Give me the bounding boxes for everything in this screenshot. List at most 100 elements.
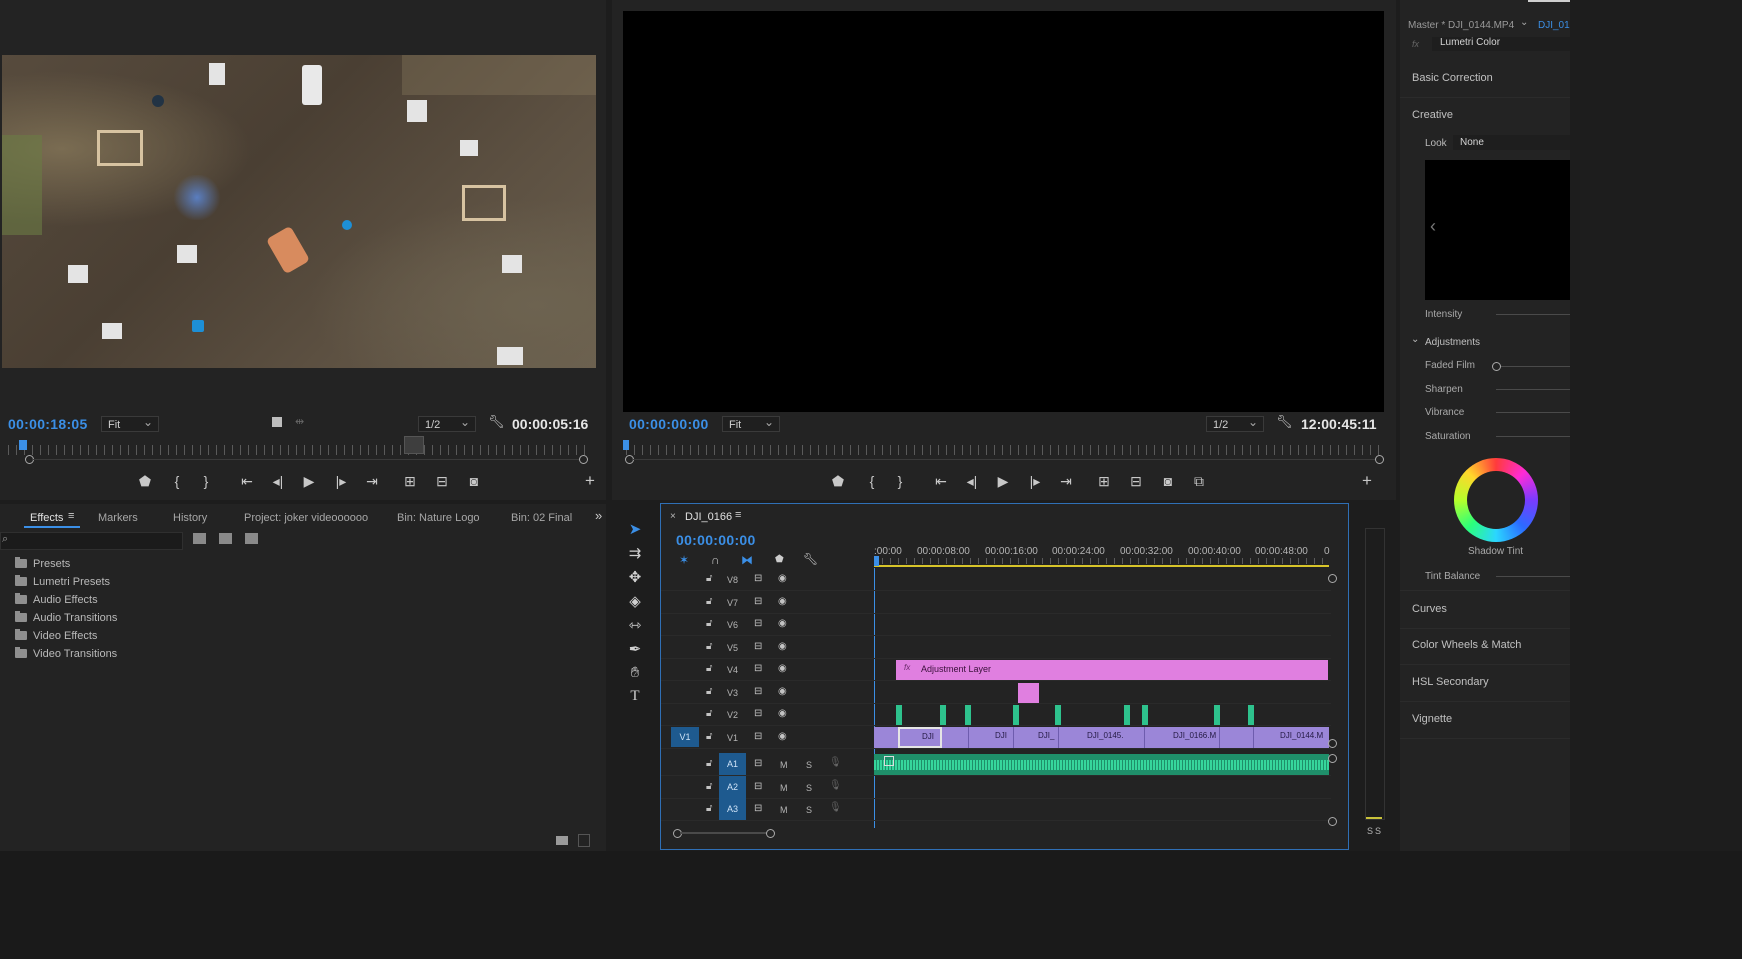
program-step-forward-icon[interactable]: |▸ — [1025, 473, 1045, 489]
lock-icon[interactable]: 🔓︎ — [706, 781, 712, 792]
tree-item-video-transitions[interactable]: Video Transitions — [0, 646, 600, 664]
program-timecode[interactable]: 00:00:00:00 — [629, 416, 709, 432]
master-dropdown-icon[interactable]: ⌄ — [1520, 17, 1528, 28]
v2-clip[interactable] — [965, 705, 971, 725]
section-vignette[interactable]: Vignette — [1400, 701, 1570, 739]
sync-lock-icon[interactable]: ⊟ — [754, 803, 762, 814]
lock-icon[interactable]: 🔓︎ — [706, 731, 712, 742]
razor-tool-icon[interactable]: ◈ — [620, 592, 650, 610]
vertical-scroll-handle-bottom[interactable] — [1328, 817, 1337, 826]
tab-overflow-icon[interactable]: » — [595, 508, 602, 523]
source-insert-icon[interactable]: ⊞ — [400, 473, 420, 489]
mute-button[interactable]: M — [780, 760, 788, 770]
source-settings-icon[interactable] — [272, 417, 282, 427]
look-preview[interactable]: ‹ — [1425, 160, 1570, 300]
sync-lock-icon[interactable]: ⊟ — [754, 573, 762, 584]
eye-icon[interactable]: ◉ — [778, 708, 787, 719]
tab-markers[interactable]: Markers — [98, 512, 138, 524]
microphone-icon[interactable]: 🎙︎ — [829, 757, 842, 768]
v1-clip[interactable] — [1219, 727, 1254, 748]
new-bin-icon[interactable] — [556, 836, 568, 845]
sync-lock-icon[interactable]: ⊟ — [754, 781, 762, 792]
source-step-back-icon[interactable]: ◂| — [268, 473, 288, 489]
tab-bin-nature-logo[interactable]: Bin: Nature Logo — [397, 512, 480, 524]
program-playhead[interactable] — [623, 440, 629, 450]
effects-search-input[interactable]: ⌕ — [0, 532, 183, 550]
track-select-tool-icon[interactable]: ⇉ — [620, 544, 650, 562]
source-go-in-icon[interactable]: ⇤ — [237, 473, 257, 489]
program-add-button-icon[interactable]: + — [1357, 472, 1377, 489]
v2-clip[interactable] — [1214, 705, 1220, 725]
source-marker-icon[interactable]: ⬟ — [135, 473, 155, 489]
ripple-edit-tool-icon[interactable]: ✥ — [620, 568, 650, 586]
vibrance-slider[interactable] — [1496, 412, 1570, 413]
close-sequence-icon[interactable]: × — [670, 511, 676, 522]
tab-project[interactable]: Project: joker videoooooo — [244, 512, 368, 524]
source-go-out-icon[interactable]: ⇥ — [362, 473, 382, 489]
meter-solo-left[interactable]: S — [1367, 826, 1373, 836]
vertical-scroll-handle-top[interactable] — [1328, 574, 1337, 583]
v1-clip[interactable]: DJI_0144.M — [1253, 727, 1330, 748]
source-zoom-end-handle[interactable] — [579, 455, 588, 464]
lock-icon[interactable]: 🔓︎ — [706, 758, 712, 769]
program-lift-icon[interactable]: ⊞ — [1094, 473, 1114, 489]
horizontal-scrollbar[interactable] — [680, 832, 766, 834]
sync-lock-icon[interactable]: ⊟ — [754, 663, 762, 674]
v2-clip[interactable] — [1124, 705, 1130, 725]
section-creative[interactable]: Creative — [1400, 97, 1570, 134]
tree-item-presets[interactable]: Presets — [0, 556, 600, 574]
tab-bin-final[interactable]: Bin: 02 Final — [511, 512, 572, 524]
tint-balance-slider[interactable] — [1496, 576, 1570, 577]
source-wrench-icon[interactable]: 🔧︎ — [488, 414, 505, 430]
lock-icon[interactable]: 🔓︎ — [706, 618, 712, 629]
lock-icon[interactable]: 🔓︎ — [706, 708, 712, 719]
track-v3[interactable]: 🔓︎ V3 ⊟ ◉ — [661, 681, 1331, 704]
v1-clip[interactable]: DJI_0166.M — [1144, 727, 1220, 748]
track-a2[interactable]: 🔓︎ A2 ⊟ M S 🎙︎ — [661, 776, 1331, 799]
eye-icon[interactable]: ◉ — [778, 686, 787, 697]
sync-lock-icon[interactable]: ⊟ — [754, 686, 762, 697]
horizontal-scroll-end[interactable] — [766, 829, 775, 838]
track-v5[interactable]: 🔓︎ V5 ⊟ ◉ — [661, 636, 1331, 659]
program-extract-icon[interactable]: ⊟ — [1126, 473, 1146, 489]
source-timeruler[interactable] — [8, 445, 588, 455]
adjustment-layer-clip[interactable]: fx Adjustment Layer — [896, 660, 1328, 680]
hand-tool-icon[interactable]: ✋︎ — [620, 664, 650, 681]
timeline-settings-icon[interactable]: 🔧︎ — [803, 552, 818, 566]
v2-clip[interactable] — [1013, 705, 1019, 725]
program-resolution-dropdown[interactable]: 1/2 — [1206, 414, 1264, 432]
timeline-playhead[interactable] — [874, 556, 879, 566]
section-color-wheels[interactable]: Color Wheels & Match — [1400, 627, 1570, 665]
track-v4[interactable]: 🔓︎ V4 ⊟ ◉ fx Adjustment Layer — [661, 658, 1331, 681]
track-v7[interactable]: 🔓︎ V7 ⊟ ◉ — [661, 591, 1331, 614]
program-mark-in-icon[interactable]: { — [862, 473, 882, 489]
track-v2[interactable]: 🔓︎ V2 ⊟ ◉ — [661, 703, 1331, 726]
sync-lock-icon[interactable]: ⊟ — [754, 758, 762, 769]
track-v8[interactable]: 🔓︎ V8 ⊟ ◉ — [661, 568, 1331, 591]
program-marker-icon[interactable]: ⬟ — [828, 473, 848, 489]
yuv-effects-icon[interactable] — [245, 533, 258, 544]
adjustments-label[interactable]: Adjustments — [1425, 337, 1480, 348]
adjustments-chevron-icon[interactable]: ⌄ — [1411, 334, 1419, 345]
v2-clip[interactable] — [940, 705, 946, 725]
lock-icon[interactable]: 🔓︎ — [706, 596, 712, 607]
slip-tool-icon[interactable]: ⇿ — [620, 616, 650, 634]
program-go-in-icon[interactable]: ⇤ — [931, 473, 951, 489]
mute-button[interactable]: M — [780, 783, 788, 793]
tree-item-audio-effects[interactable]: Audio Effects — [0, 592, 600, 610]
v1-clip[interactable]: DJI — [898, 727, 942, 748]
snap-icon[interactable]: ∩ — [711, 553, 720, 567]
sync-lock-icon[interactable]: ⊟ — [754, 618, 762, 629]
pen-tool-icon[interactable]: ✒ — [620, 640, 650, 658]
track-a3[interactable]: 🔓︎ A3 ⊟ M S 🎙︎ — [661, 798, 1331, 821]
solo-button[interactable]: S — [806, 805, 812, 815]
source-step-forward-icon[interactable]: |▸ — [331, 473, 351, 489]
source-mark-in-icon[interactable]: { — [167, 473, 187, 489]
type-tool-icon[interactable]: T — [620, 688, 650, 705]
tab-history[interactable]: History — [173, 512, 207, 524]
tree-item-lumetri-presets[interactable]: Lumetri Presets — [0, 574, 600, 592]
source-resolution-dropdown[interactable]: 1/2 — [418, 414, 476, 432]
clip-link[interactable]: DJI_01 — [1538, 20, 1570, 31]
sequence-menu-icon[interactable]: ≡ — [735, 509, 741, 521]
program-zoom-end-handle[interactable] — [1375, 455, 1384, 464]
